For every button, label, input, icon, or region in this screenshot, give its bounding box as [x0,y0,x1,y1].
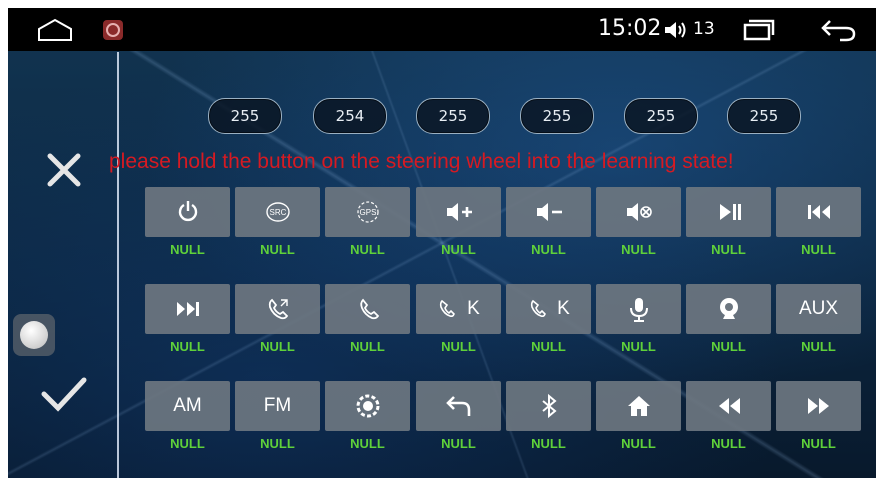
steering-key-17[interactable]: AM [145,381,230,431]
steering-key-status: NULL [801,436,836,451]
learned-code-3: 255 [416,98,490,134]
svg-text:SRC: SRC [269,208,286,217]
play-pause-icon [719,204,741,220]
steering-key-11[interactable] [325,284,410,334]
steering-key-status: NULL [531,339,566,354]
steering-key-text: AM [173,395,202,416]
volume-level: 13 [693,19,715,39]
steering-key-24[interactable] [776,381,861,431]
learned-code-6: 255 [727,98,801,134]
previous-icon [807,205,830,219]
phone-answer-icon [268,298,288,320]
volume-up-icon [446,203,472,221]
steering-key-13[interactable]: K [506,284,591,334]
steering-key-status: NULL [170,242,205,257]
steering-key-text: K [467,298,480,319]
gps-icon: GPS [356,201,379,223]
steering-key-status: NULL [170,436,205,451]
phone-hangup-icon [359,298,379,320]
steering-key-status: NULL [441,339,476,354]
steering-key-1[interactable] [145,187,230,237]
learned-code-1: 255 [208,98,282,134]
steering-key-21[interactable] [506,381,591,431]
power-icon [178,201,197,222]
steering-key-9[interactable] [145,284,230,334]
steering-key-23[interactable] [686,381,771,431]
steering-key-12[interactable]: K [416,284,501,334]
confirm-button[interactable] [38,372,90,416]
steering-key-2[interactable]: SRC [235,187,320,237]
settings-icon [356,394,379,418]
phone-hangup-k-icon [531,299,547,318]
next-icon [176,302,199,316]
fast-forward-icon [807,398,829,414]
steering-key-18[interactable]: FM [235,381,320,431]
steering-key-status: NULL [621,242,656,257]
learned-code-4: 255 [520,98,594,134]
steering-key-text: K [557,298,570,319]
home-icon [627,396,650,416]
steering-key-19[interactable] [325,381,410,431]
src-icon: SRC [265,202,290,222]
steering-key-status: NULL [350,339,385,354]
volume-down-icon [536,203,562,221]
steering-key-status: NULL [711,436,746,451]
rewind-icon [718,398,740,414]
svg-text:GPS: GPS [359,208,376,217]
steering-key-status: NULL [170,339,205,354]
volume-icon[interactable] [661,8,691,51]
steering-key-status: NULL [801,242,836,257]
steering-key-status: NULL [441,436,476,451]
recents-icon[interactable] [740,8,778,51]
close-icon [47,153,81,187]
steering-key-status: NULL [260,339,295,354]
steering-key-status: NULL [711,242,746,257]
steering-key-status: NULL [350,436,385,451]
phone-answer-k-icon [440,299,456,318]
steering-key-8[interactable] [776,187,861,237]
steering-key-5[interactable] [506,187,591,237]
steering-key-status: NULL [350,242,385,257]
learned-code-5: 255 [624,98,698,134]
steering-key-status: NULL [260,436,295,451]
camera-icon [719,298,738,319]
close-button[interactable] [42,148,86,192]
steering-key-text: AUX [798,298,839,319]
steering-key-status: NULL [621,436,656,451]
clock: 15:02 [598,16,662,41]
steering-key-text: FM [263,395,292,416]
steering-key-4[interactable] [416,187,501,237]
check-icon [41,377,87,412]
status-bar: 15:02 13 [8,8,876,51]
steering-key-status: NULL [441,242,476,257]
app-icon[interactable] [98,8,128,51]
steering-key-20[interactable] [416,381,501,431]
steering-key-10[interactable] [235,284,320,334]
steering-key-status: NULL [260,242,295,257]
steering-key-status: NULL [531,242,566,257]
steering-key-3[interactable]: GPS [325,187,410,237]
steering-key-status: NULL [711,339,746,354]
microphone-icon [629,298,648,322]
instruction-text: please hold the button on the steering w… [109,150,734,173]
steering-key-15[interactable] [686,284,771,334]
steering-key-6[interactable] [596,187,681,237]
mute-icon [626,203,652,221]
left-divider [117,52,119,478]
floating-assistive-ball[interactable] [13,314,55,356]
steering-key-status: NULL [621,339,656,354]
steering-key-16[interactable]: AUX [776,284,861,334]
steering-key-14[interactable] [596,284,681,334]
steering-key-22[interactable] [596,381,681,431]
bluetooth-icon [541,393,557,419]
steering-key-status: NULL [801,339,836,354]
steering-wheel-learning-screen: 15:02 13 255 254 255 255 255 255 please hold … [8,8,876,478]
learned-code-2: 254 [313,98,387,134]
steering-key-status: NULL [531,436,566,451]
return-icon [445,396,470,416]
home-icon[interactable] [30,8,80,51]
back-icon[interactable] [816,8,860,51]
steering-key-7[interactable] [686,187,771,237]
